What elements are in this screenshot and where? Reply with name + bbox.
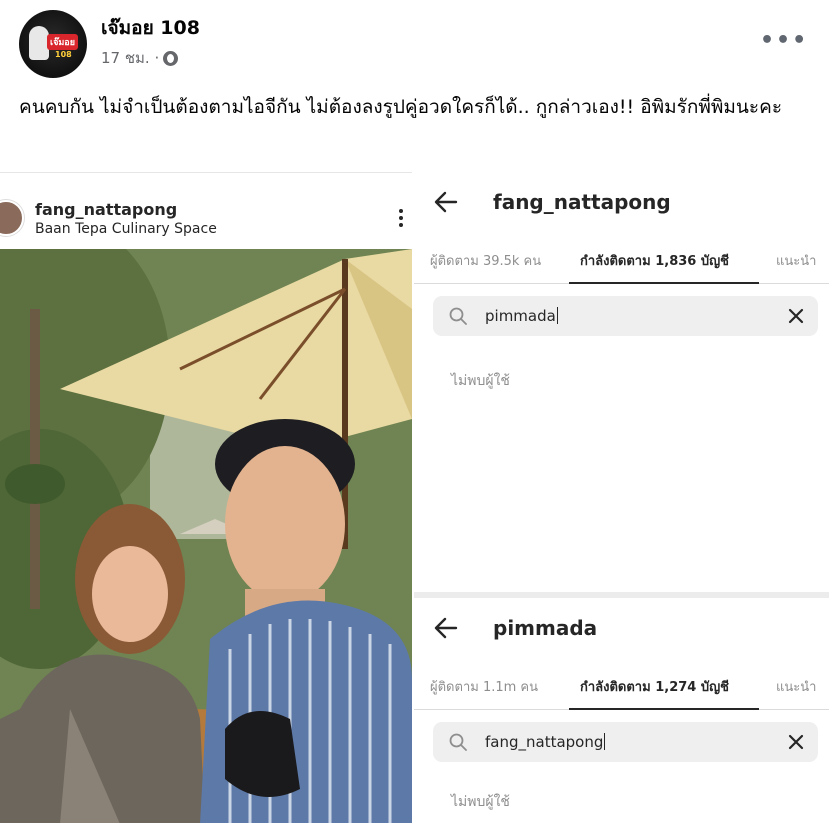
- profile-title: fang_nattapong: [493, 190, 671, 214]
- tab-following[interactable]: กำลังติดตาม 1,836 บัญชี: [580, 250, 729, 271]
- search-input[interactable]: pimmada: [485, 307, 558, 325]
- post-time[interactable]: 17 ชม. ·: [101, 46, 159, 70]
- clear-icon[interactable]: [786, 732, 806, 752]
- follow-tabs: ผู้ติดตาม 39.5k คน กำลังติดตาม 1,836 บัญ…: [414, 244, 829, 284]
- page-name[interactable]: เจ๊มอย 108: [101, 13, 200, 43]
- search-icon: [449, 733, 467, 751]
- globe-icon: [163, 50, 179, 66]
- avatar-figure: [29, 26, 49, 60]
- back-arrow-icon[interactable]: [432, 188, 460, 216]
- empty-message: ไม่พบผู้ใช้: [451, 794, 510, 810]
- post-header: เจ๊มอย 108 เจ๊มอย 108 17 ชม. · •••: [0, 0, 829, 90]
- tab-followers[interactable]: ผู้ติดตาม 39.5k คน: [430, 250, 541, 271]
- following-panel-pimmada: pimmada ผู้ติดตาม 1.1m คน กำลังติดตาม 1,…: [414, 598, 829, 823]
- post-meta: 17 ชม. ·: [101, 46, 179, 70]
- page-avatar[interactable]: เจ๊มอย 108: [19, 10, 87, 78]
- photo-illustration: [0, 249, 412, 823]
- search-input[interactable]: fang_nattapong: [485, 733, 605, 751]
- tab-suggested[interactable]: แนะนำ: [776, 250, 816, 271]
- empty-message: ไม่พบผู้ใช้: [451, 373, 510, 389]
- follow-tabs: ผู้ติดตาม 1.1m คน กำลังติดตาม 1,274 บัญช…: [414, 670, 829, 710]
- back-arrow-icon[interactable]: [432, 614, 460, 642]
- kebab-icon[interactable]: [398, 209, 404, 231]
- search-field[interactable]: pimmada: [433, 296, 818, 336]
- tab-followers[interactable]: ผู้ติดตาม 1.1m คน: [430, 676, 538, 697]
- post-photo: [0, 249, 412, 823]
- avatar-logo-number: 108: [55, 50, 72, 59]
- clear-icon[interactable]: [786, 306, 806, 326]
- tab-suggested[interactable]: แนะนำ: [776, 676, 816, 697]
- ig-avatar[interactable]: [0, 200, 24, 236]
- active-tab-indicator: [569, 708, 759, 710]
- ig-location[interactable]: Baan Tepa Culinary Space: [35, 221, 217, 237]
- tab-following[interactable]: กำลังติดตาม 1,274 บัญชี: [580, 676, 729, 697]
- ig-username[interactable]: fang_nattapong: [35, 200, 177, 219]
- post-caption: คนคบกัน ไม่จำเป็นต้องตามไอจีกัน ไม่ต้องล…: [19, 96, 783, 118]
- following-panel-fang: fang_nattapong ผู้ติดตาม 39.5k คน กำลังต…: [414, 172, 829, 592]
- instagram-photo-post: fang_nattapong Baan Tepa Culinary Space: [0, 172, 412, 823]
- active-tab-indicator: [569, 282, 759, 284]
- search-icon: [449, 307, 467, 325]
- more-icon[interactable]: •••: [760, 26, 806, 56]
- profile-title: pimmada: [493, 616, 598, 640]
- search-field[interactable]: fang_nattapong: [433, 722, 818, 762]
- avatar-logo-text: เจ๊มอย: [47, 34, 78, 50]
